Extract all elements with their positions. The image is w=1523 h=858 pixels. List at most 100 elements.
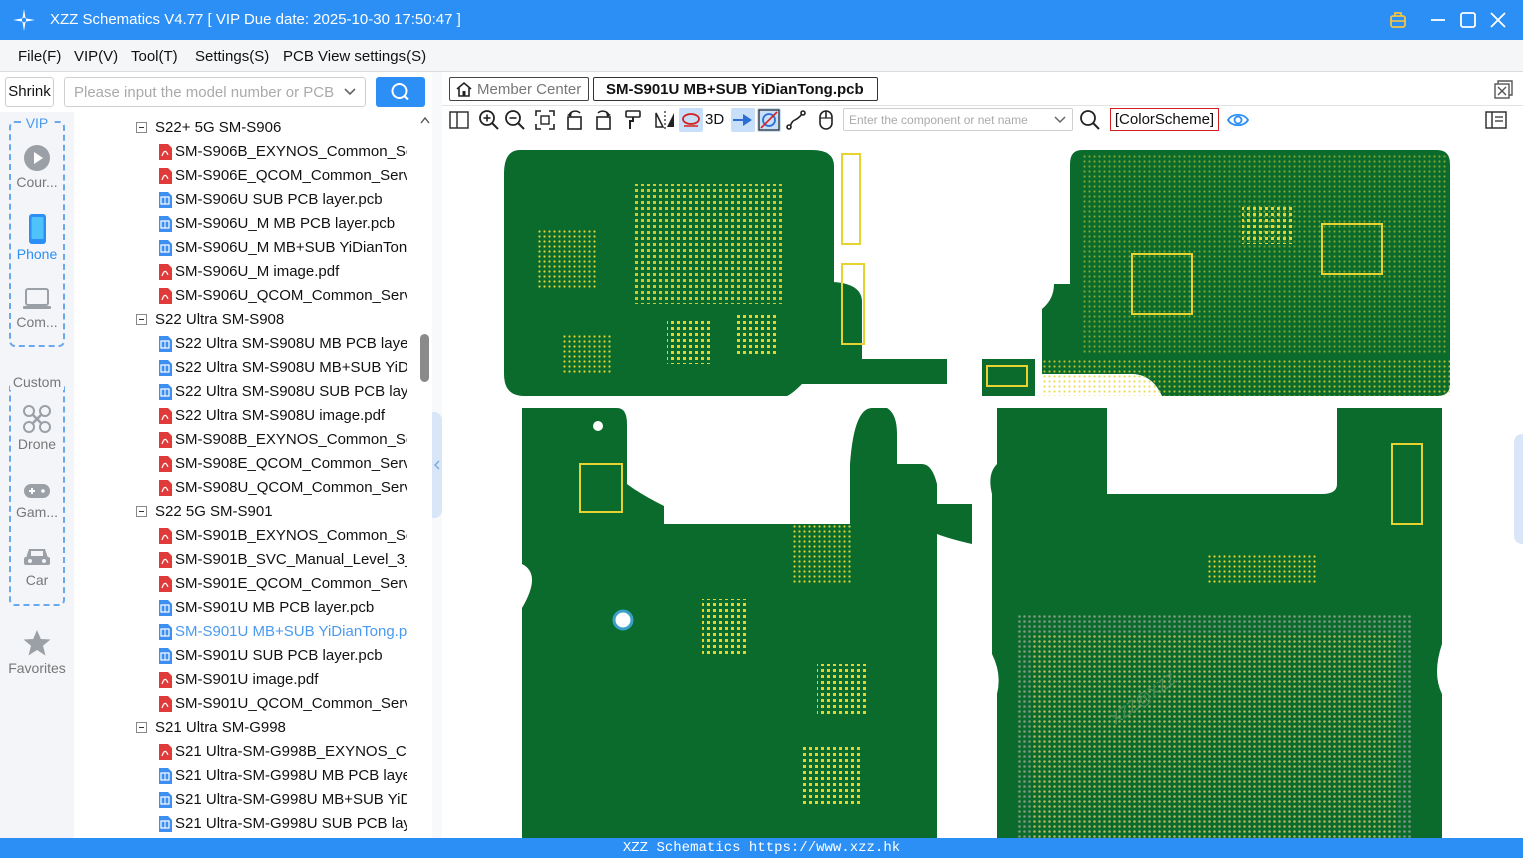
splitter-handle[interactable] bbox=[432, 412, 442, 518]
tree-file[interactable]: SM-S906U_QCOM_Common_Service_Manual bbox=[74, 284, 418, 308]
rotate-left-icon[interactable] bbox=[563, 108, 587, 132]
tree-file[interactable]: S22 Ultra SM-S908U SUB PCB layer.pcb bbox=[74, 380, 418, 404]
tree-file[interactable]: SM-S908E_QCOM_Common_Service_Manual bbox=[74, 452, 418, 476]
tree-file[interactable]: SM-S906U_M MB+SUB YiDianTong.pcb bbox=[74, 236, 418, 260]
panel-splitter[interactable] bbox=[432, 72, 442, 838]
rotate-right-icon[interactable] bbox=[591, 108, 615, 132]
close-icon[interactable] bbox=[1486, 8, 1510, 32]
collapse-icon[interactable] bbox=[136, 506, 147, 517]
model-search-box[interactable] bbox=[64, 77, 366, 107]
probe-icon[interactable] bbox=[679, 108, 703, 132]
rail-car[interactable]: Car bbox=[0, 544, 74, 588]
menu-settings[interactable]: Settings(S) bbox=[195, 48, 269, 65]
tab-active-pcb[interactable]: SM-S901U MB+SUB YiDianTong.pcb bbox=[593, 77, 878, 101]
tree-file[interactable]: SM-S901U image.pdf bbox=[74, 668, 418, 692]
vip-crown-icon[interactable] bbox=[1386, 8, 1410, 32]
rail-phone[interactable]: Phone bbox=[0, 214, 74, 262]
chevron-down-icon[interactable] bbox=[343, 84, 357, 100]
component-search-icon[interactable] bbox=[1078, 108, 1102, 132]
tree-file[interactable]: SM-S908U_QCOM_Common_Service_Manual bbox=[74, 476, 418, 500]
mirror-flip-icon[interactable] bbox=[653, 108, 677, 132]
menu-file[interactable]: File(F) bbox=[18, 48, 61, 65]
tree-file[interactable]: SM-S901B_SVC_Manual_Level_3_Repair bbox=[74, 548, 418, 572]
tree-file[interactable]: SM-S906B_EXYNOS_Common_Service_Manual bbox=[74, 140, 418, 164]
tree-file[interactable]: SM-S901B_EXYNOS_Common_Service_Manual bbox=[74, 524, 418, 548]
tree-file[interactable]: SM-S906U_M image.pdf bbox=[74, 260, 418, 284]
chevron-left-icon[interactable] bbox=[433, 460, 441, 470]
tree-group[interactable]: S21 Ultra SM-G998 bbox=[74, 716, 418, 740]
tree-file-selected[interactable]: SM-S901U MB+SUB YiDianTong.pcb bbox=[74, 620, 418, 644]
board-small-top[interactable] bbox=[982, 359, 1035, 396]
pcb-file-icon bbox=[159, 240, 172, 256]
zoom-out-icon[interactable] bbox=[503, 108, 527, 132]
close-all-tabs-icon[interactable] bbox=[1493, 80, 1513, 100]
tree-file[interactable]: SM-S906U SUB PCB layer.pcb bbox=[74, 188, 418, 212]
menu-pcb-view-settings[interactable]: PCB View settings(S) bbox=[283, 48, 426, 65]
pcb-canvas[interactable]: XZZ@XZZ bbox=[442, 134, 1523, 838]
tree-file[interactable]: S21 Ultra-SM-G998B_EXYNOS_Common_Service… bbox=[74, 740, 418, 764]
rail-favorites[interactable]: Favorites bbox=[0, 628, 74, 676]
tree-scrollbar[interactable] bbox=[418, 112, 432, 838]
pcb-file-icon bbox=[159, 216, 172, 232]
rail-drone[interactable]: Drone bbox=[0, 404, 74, 452]
format-brush-icon[interactable] bbox=[621, 108, 645, 132]
tree-file[interactable]: SM-S908B_EXYNOS_Common_Service_Manual bbox=[74, 428, 418, 452]
rail-game[interactable]: Gam... bbox=[0, 480, 74, 520]
tree-file[interactable]: S21 Ultra-SM-G998U MB+SUB YiDianTong.pcb bbox=[74, 788, 418, 812]
model-search-input[interactable] bbox=[66, 79, 336, 105]
search-button[interactable] bbox=[376, 77, 425, 107]
tree-file[interactable]: S21 Ultra-SM-G998U MB PCB layer.pcb bbox=[74, 764, 418, 788]
component-search-box[interactable] bbox=[843, 108, 1073, 131]
bga-main bbox=[632, 184, 782, 304]
tree-file[interactable]: SM-S906U_M MB PCB layer.pcb bbox=[74, 212, 418, 236]
tree-scroll-thumb[interactable] bbox=[420, 334, 429, 382]
component-search-input[interactable] bbox=[845, 110, 1045, 129]
tree-file[interactable]: S22 Ultra SM-S908U image.pdf bbox=[74, 404, 418, 428]
tree-file[interactable]: SM-S906E_QCOM_Common_Service_Manual bbox=[74, 164, 418, 188]
pin-pointer-icon[interactable] bbox=[731, 108, 755, 132]
tree-group[interactable]: S22 Ultra SM-S908 bbox=[74, 308, 418, 332]
shrink-button[interactable]: Shrink bbox=[5, 77, 54, 107]
tree-file[interactable]: S21 Ultra-SM-G998U SUB PCB layer.pcb bbox=[74, 812, 418, 836]
collapse-icon[interactable] bbox=[136, 122, 147, 133]
fit-screen-icon[interactable] bbox=[533, 108, 557, 132]
tab-member-center[interactable]: Member Center bbox=[449, 77, 589, 101]
tree-file-label: S22 Ultra SM-S908U MB PCB layer.pcb bbox=[175, 335, 407, 352]
tree-file[interactable]: S22 Ultra SM-S908U MB PCB layer.pcb bbox=[74, 332, 418, 356]
rail-computer[interactable]: Com... bbox=[0, 286, 74, 330]
eye-icon[interactable] bbox=[1226, 108, 1250, 132]
view-3d-button[interactable]: 3D bbox=[705, 108, 727, 132]
pcb-file-icon bbox=[159, 768, 172, 784]
tree-group[interactable]: S22+ 5G SM-S906 bbox=[74, 116, 418, 140]
colorscheme-button[interactable]: [ColorScheme] bbox=[1110, 108, 1219, 131]
collapse-icon[interactable] bbox=[136, 722, 147, 733]
collapse-icon[interactable] bbox=[136, 314, 147, 325]
toggle-panel-icon[interactable] bbox=[447, 108, 471, 132]
rail-courses[interactable]: Cour... bbox=[0, 144, 74, 190]
tree-group[interactable]: S22 5G SM-S901 bbox=[74, 500, 418, 524]
board-sub-top[interactable] bbox=[1042, 150, 1450, 396]
menu-tool[interactable]: Tool(T) bbox=[131, 48, 178, 65]
tree-file[interactable]: SM-S901U MB PCB layer.pcb bbox=[74, 596, 418, 620]
menu-vip[interactable]: VIP(V) bbox=[74, 48, 118, 65]
side-panel-icon[interactable] bbox=[1484, 108, 1508, 132]
board-main-bottom[interactable] bbox=[522, 408, 972, 838]
tree-file[interactable]: SM-S901U SUB PCB layer.pcb bbox=[74, 644, 418, 668]
scroll-up-icon[interactable] bbox=[420, 116, 430, 124]
board-main-top[interactable] bbox=[504, 150, 947, 396]
tree-file[interactable]: S22 Ultra SM-S908U MB+SUB YiDianTong.pcb bbox=[74, 356, 418, 380]
status-bar: XZZ Schematics https://www.xzz.hk bbox=[0, 838, 1523, 858]
tree-file[interactable]: SM-S901U_QCOM_Common_Service_Manual bbox=[74, 692, 418, 716]
minimize-icon[interactable] bbox=[1426, 8, 1450, 32]
title-bar: XZZ Schematics V4.77 [ VIP Due date: 202… bbox=[0, 0, 1523, 40]
board-sub-bottom[interactable]: XZZ@XZZ bbox=[990, 408, 1442, 838]
mouse-mode-icon[interactable] bbox=[814, 108, 838, 132]
maximize-icon[interactable] bbox=[1456, 8, 1480, 32]
zoom-in-icon[interactable] bbox=[477, 108, 501, 132]
chevron-down-icon[interactable] bbox=[1053, 113, 1067, 127]
net-highlight-icon[interactable] bbox=[757, 108, 781, 132]
trace-route-icon[interactable] bbox=[784, 108, 808, 132]
tree-file[interactable]: SM-S901E_QCOM_Common_Service_Manual bbox=[74, 572, 418, 596]
pcb-board-view[interactable]: XZZ@XZZ bbox=[442, 134, 1523, 838]
right-splitter-handle[interactable] bbox=[1514, 434, 1523, 544]
